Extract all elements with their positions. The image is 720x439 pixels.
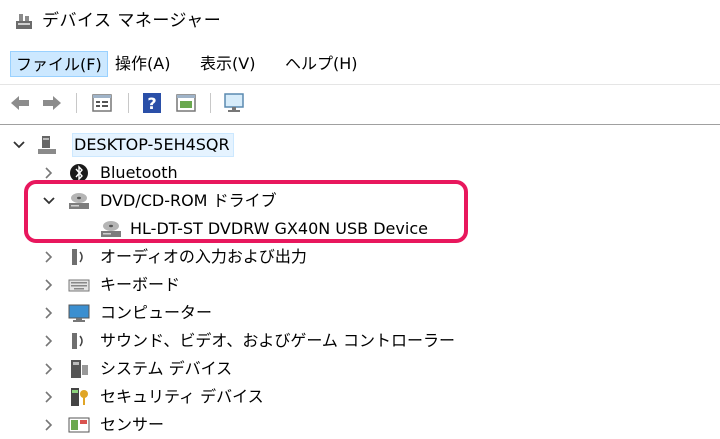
chevron-right-icon[interactable]: [42, 250, 56, 264]
monitor-icon: [68, 304, 90, 322]
chevron-right-icon[interactable]: [42, 390, 56, 404]
device-manager-icon: [16, 14, 32, 29]
monitor-icon[interactable]: [222, 91, 246, 115]
tree-item-audio[interactable]: オーディオの入力および出力: [0, 243, 720, 271]
chevron-right-icon[interactable]: [42, 278, 56, 292]
tree-item-sensors[interactable]: センサー: [0, 411, 720, 439]
properties-icon[interactable]: [90, 91, 114, 115]
sensor-icon: [68, 417, 90, 433]
tree-item-label: サウンド、ビデオ、およびゲーム コントローラー: [100, 331, 456, 350]
tree-item-label: センサー: [100, 415, 165, 434]
menu-file[interactable]: ファイル(F): [10, 51, 108, 77]
chevron-right-icon[interactable]: [42, 418, 56, 432]
speaker-icon: [72, 249, 83, 265]
chevron-down-icon[interactable]: [12, 138, 26, 152]
tree-item-label: コンピューター: [100, 303, 213, 322]
tree-item-computer[interactable]: コンピューター: [0, 299, 720, 327]
tree-item-security-devices[interactable]: セキュリティ デバイス: [0, 383, 720, 411]
toolbar-separator: [128, 93, 129, 113]
tree-item-label: オーディオの入力および出力: [100, 247, 307, 266]
computer-tower-icon: [38, 136, 56, 154]
toolbar: ?: [0, 84, 720, 121]
tree-item-label: キーボード: [100, 275, 181, 294]
menu-bar: ファイル(F) 操作(A) 表示(V) ヘルプ(H): [0, 46, 720, 82]
svg-text:?: ?: [147, 94, 156, 113]
keyboard-icon: [68, 279, 90, 292]
back-arrow-icon[interactable]: [8, 91, 32, 115]
title-bar: デバイス マネージャー: [0, 0, 720, 44]
toolbar-separator: [210, 93, 211, 113]
tree-item-label: セキュリティ デバイス: [100, 387, 264, 406]
menu-action[interactable]: 操作(A): [110, 51, 175, 77]
view-icon[interactable]: [174, 91, 198, 115]
toolbar-separator: [76, 93, 77, 113]
device-tree: DESKTOP-5EH4SQR Bluetooth DVD/CD-ROM ドライ…: [0, 124, 720, 437]
speaker-icon: [72, 333, 83, 349]
tree-item-keyboard[interactable]: キーボード: [0, 271, 720, 299]
tree-root[interactable]: DESKTOP-5EH4SQR: [0, 131, 720, 159]
security-key-icon: [71, 388, 88, 406]
system-device-icon: [71, 360, 88, 378]
root-label: DESKTOP-5EH4SQR: [74, 135, 230, 154]
window-title: デバイス マネージャー: [42, 11, 222, 31]
highlight-annotation-box: [24, 180, 468, 243]
chevron-right-icon[interactable]: [42, 306, 56, 320]
menu-help[interactable]: ヘルプ(H): [280, 51, 363, 77]
chevron-right-icon[interactable]: [42, 334, 56, 348]
menu-view[interactable]: 表示(V): [195, 51, 260, 77]
tree-item-sound-video-game[interactable]: サウンド、ビデオ、およびゲーム コントローラー: [0, 327, 720, 355]
chevron-right-icon[interactable]: [42, 166, 56, 180]
tree-item-system-devices[interactable]: システム デバイス: [0, 355, 720, 383]
tree-item-label: システム デバイス: [100, 359, 233, 378]
help-icon[interactable]: ?: [140, 91, 164, 115]
chevron-right-icon[interactable]: [42, 362, 56, 376]
forward-arrow-icon[interactable]: [40, 91, 64, 115]
